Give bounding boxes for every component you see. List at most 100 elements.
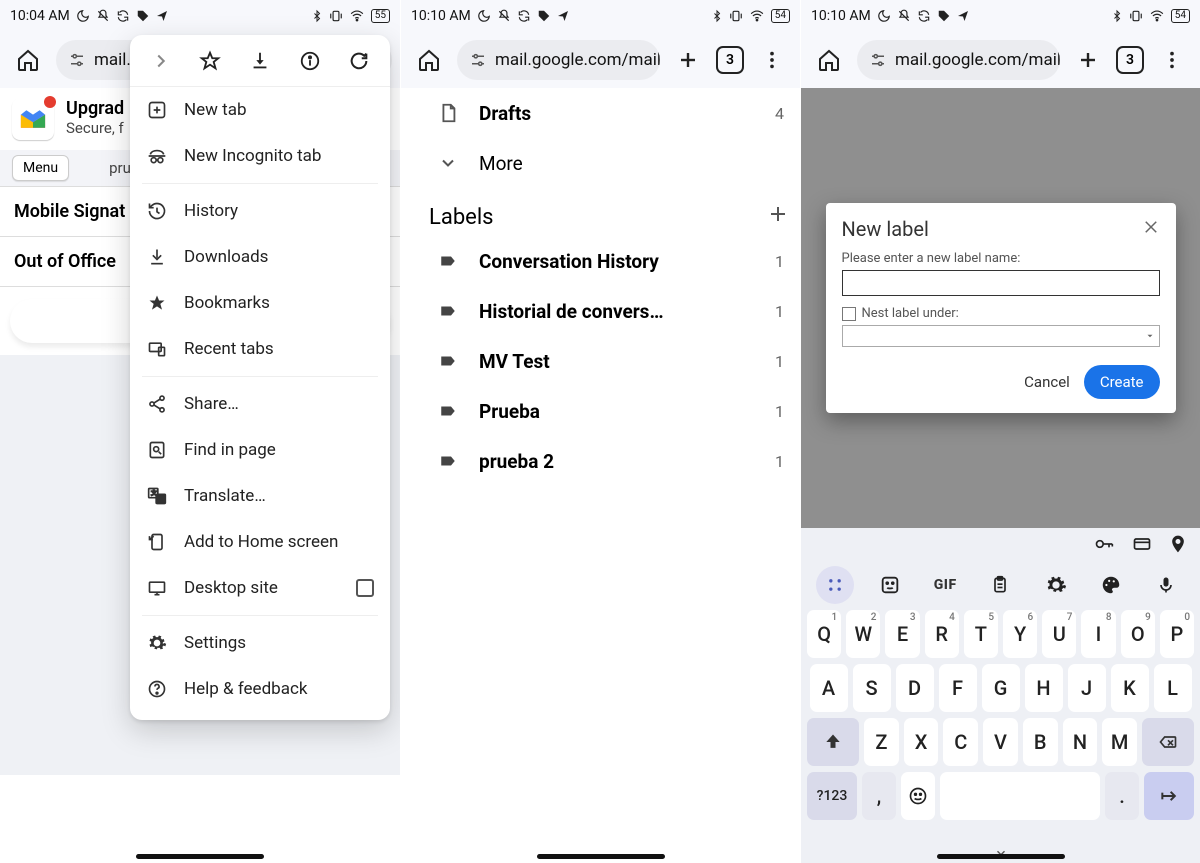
new-tab-button[interactable]: [1068, 40, 1108, 80]
key-space[interactable]: [940, 772, 1100, 820]
menu-item-desktop[interactable]: Desktop site: [130, 565, 390, 611]
label-name-input[interactable]: [842, 270, 1160, 296]
menu-item-translate[interactable]: 文 Translate…: [130, 473, 390, 519]
key-f[interactable]: F: [939, 664, 977, 712]
add-label-button[interactable]: [766, 202, 790, 232]
key-n[interactable]: N: [1063, 718, 1098, 766]
folder-more[interactable]: More: [429, 138, 790, 188]
menu-item-find[interactable]: Find in page: [130, 427, 390, 473]
label-item[interactable]: MV Test 1: [429, 336, 790, 386]
key-symbols[interactable]: ?123: [807, 772, 857, 820]
key-i[interactable]: I8: [1081, 610, 1115, 658]
key-e[interactable]: E3: [885, 610, 919, 658]
key-u[interactable]: U7: [1042, 610, 1076, 658]
desktop-icon: [146, 577, 168, 599]
home-indicator[interactable]: [136, 854, 264, 859]
key-a[interactable]: A: [810, 664, 848, 712]
kb-palette-icon[interactable]: [1092, 566, 1130, 604]
key-d[interactable]: D: [896, 664, 934, 712]
key-h[interactable]: H: [1025, 664, 1063, 712]
key-c[interactable]: C: [943, 718, 978, 766]
menu-item-share[interactable]: Share…: [130, 381, 390, 427]
nest-checkbox[interactable]: [842, 307, 856, 321]
key-t[interactable]: T5: [964, 610, 998, 658]
password-icon[interactable]: [1092, 534, 1116, 558]
kb-clipboard-icon[interactable]: [981, 566, 1019, 604]
home-button[interactable]: [409, 40, 449, 80]
refresh-button[interactable]: [339, 41, 379, 81]
address-bar[interactable]: mail.google.com/mail: [857, 40, 1060, 80]
kb-apps-icon[interactable]: [816, 566, 854, 604]
menu-item-new-tab[interactable]: New tab: [130, 87, 390, 133]
chevron-down-icon: [435, 150, 461, 176]
status-bar: 10:10 AM 54: [401, 0, 800, 32]
kb-gif-icon[interactable]: GIF: [926, 566, 964, 604]
menu-chip[interactable]: Menu: [12, 155, 69, 181]
menu-button[interactable]: [752, 40, 792, 80]
new-tab-button[interactable]: [668, 40, 708, 80]
key-p[interactable]: P0: [1160, 610, 1194, 658]
close-button[interactable]: [1142, 218, 1160, 240]
menu-item-incognito[interactable]: New Incognito tab: [130, 133, 390, 179]
key-x[interactable]: X: [904, 718, 939, 766]
tab-switcher[interactable]: 3: [1116, 46, 1144, 74]
key-o[interactable]: O9: [1121, 610, 1155, 658]
home-indicator[interactable]: [937, 854, 1065, 859]
folder-drafts[interactable]: Drafts 4: [429, 88, 790, 138]
label-item[interactable]: prueba 2 1: [429, 436, 790, 486]
menu-item-downloads[interactable]: Downloads: [130, 234, 390, 280]
label-item[interactable]: Historial de convers… 1: [429, 286, 790, 336]
key-w[interactable]: W2: [846, 610, 880, 658]
tab-switcher[interactable]: 3: [716, 46, 744, 74]
key-enter[interactable]: [1144, 772, 1194, 820]
nest-select[interactable]: [842, 325, 1160, 347]
key-l[interactable]: L: [1154, 664, 1192, 712]
modal-backdrop: New label Please enter a new label name:…: [801, 88, 1200, 528]
kb-mic-icon[interactable]: [1147, 566, 1185, 604]
location-icon[interactable]: [1168, 533, 1188, 559]
key-backspace[interactable]: [1142, 718, 1194, 766]
menu-item-settings[interactable]: Settings: [130, 620, 390, 666]
key-y[interactable]: Y6: [1003, 610, 1037, 658]
kb-settings-icon[interactable]: [1037, 566, 1075, 604]
key-emoji[interactable]: [901, 772, 935, 820]
label-name: prueba 2: [479, 450, 757, 473]
key-b[interactable]: B: [1023, 718, 1058, 766]
home-button[interactable]: [8, 40, 48, 80]
key-period[interactable]: .: [1105, 772, 1139, 820]
key-m[interactable]: M: [1102, 718, 1137, 766]
create-button[interactable]: Create: [1084, 365, 1160, 399]
key-q[interactable]: Q1: [807, 610, 841, 658]
bookmark-button[interactable]: [190, 41, 230, 81]
key-s[interactable]: S: [853, 664, 891, 712]
label-item[interactable]: Conversation History 1: [429, 236, 790, 286]
key-z[interactable]: Z: [864, 718, 899, 766]
label-item[interactable]: Prueba 1: [429, 386, 790, 436]
key-j[interactable]: J: [1068, 664, 1106, 712]
card-icon[interactable]: [1130, 534, 1154, 558]
key-comma[interactable]: ,: [862, 772, 896, 820]
cancel-button[interactable]: Cancel: [1024, 373, 1070, 391]
key-shift[interactable]: [807, 718, 859, 766]
folder-label: More: [479, 152, 784, 175]
key-k[interactable]: K: [1111, 664, 1149, 712]
desktop-checkbox[interactable]: [356, 579, 374, 597]
menu-item-add-home[interactable]: Add to Home screen: [130, 519, 390, 565]
menu-item-bookmarks[interactable]: Bookmarks: [130, 280, 390, 326]
keyboard-collapse[interactable]: [801, 843, 1200, 863]
home-indicator[interactable]: [537, 854, 665, 859]
address-bar[interactable]: mail.google.com/mail: [457, 40, 660, 80]
menu-item-help[interactable]: Help & feedback: [130, 666, 390, 712]
key-g[interactable]: G: [982, 664, 1020, 712]
home-button[interactable]: [809, 40, 849, 80]
info-button[interactable]: [290, 41, 330, 81]
menu-item-history[interactable]: History: [130, 188, 390, 234]
key-r[interactable]: R4: [925, 610, 959, 658]
download-button[interactable]: [240, 41, 280, 81]
forward-button[interactable]: [141, 41, 181, 81]
history-icon: [146, 200, 168, 222]
key-v[interactable]: V: [983, 718, 1018, 766]
menu-item-recent-tabs[interactable]: Recent tabs: [130, 326, 390, 372]
kb-sticker-icon[interactable]: [871, 566, 909, 604]
menu-button[interactable]: [1152, 40, 1192, 80]
